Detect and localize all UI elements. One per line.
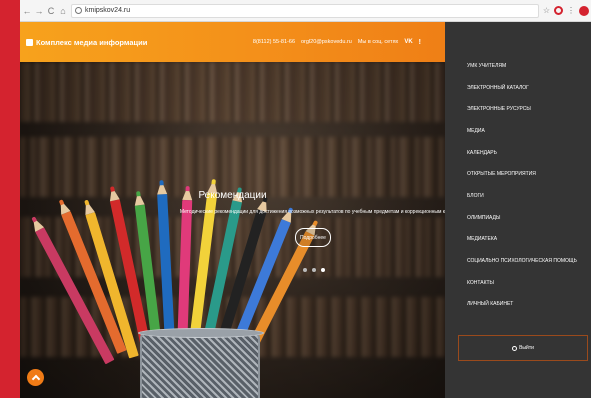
phone-text[interactable]: 8(8112) 55-81-66 — [253, 39, 295, 45]
info-icon[interactable] — [75, 7, 82, 14]
book-icon — [26, 38, 33, 46]
menu-item-calendar[interactable]: КАЛЕНДАРЬ — [467, 142, 577, 164]
forward-icon[interactable]: → — [34, 5, 44, 17]
menu-item-events[interactable]: ОТКРЫТЫЕ МЕРОПРИЯТИЯ — [467, 163, 577, 185]
browser-toolbar: ← → C ⌂ kmipskov24.ru ☆ ⋮ — [20, 0, 591, 22]
header-contacts: 8(8112) 55-81-66 orgl20@pskovedu.ru Мы в… — [253, 39, 421, 46]
left-red-strip — [0, 0, 20, 398]
menu-list: УМК УЧИТЕЛЯМ ЭЛЕКТРОННЫЙ КАТАЛОГ ЭЛЕКТРО… — [467, 55, 577, 315]
chevron-up-icon — [31, 374, 40, 384]
site-logo[interactable]: Комплекс медиа информации — [26, 38, 147, 47]
browser-actions: ☆ ⋮ — [543, 5, 591, 16]
pencils-image — [35, 192, 315, 398]
reload-icon[interactable]: C — [46, 5, 56, 17]
pencil-cup — [138, 328, 264, 398]
web-page: Рекомендации Методические рекомендации д… — [20, 22, 591, 398]
logout-label: Выйти — [519, 345, 534, 351]
slider-dot-active[interactable] — [321, 268, 325, 272]
logout-button[interactable]: Выйти — [458, 335, 588, 361]
menu-item-contacts[interactable]: КОНТАКТЫ — [467, 272, 577, 294]
opera-icon[interactable] — [554, 6, 563, 15]
menu-item-catalog[interactable]: ЭЛЕКТРОННЫЙ КАТАЛОГ — [467, 77, 577, 99]
social-text: Мы в соц. сетях — [357, 39, 399, 45]
scroll-up-button[interactable] — [27, 369, 44, 386]
slider-dot[interactable] — [303, 268, 307, 272]
menu-item-psych-help[interactable]: СОЦИАЛЬНО ПСИХОЛОГИЧЕСКАЯ ПОМОЩЬ — [467, 250, 577, 272]
home-icon[interactable]: ⌂ — [58, 5, 68, 17]
pencil — [157, 193, 175, 345]
odnoklassniki-icon[interactable]: ! — [419, 39, 421, 46]
menu-dots-icon[interactable]: ⋮ — [567, 6, 575, 15]
logout-icon — [512, 345, 518, 351]
slide-title: Рекомендации — [198, 190, 267, 201]
email-text[interactable]: orgl20@pskovedu.ru — [301, 39, 352, 45]
menu-item-mediateka[interactable]: МЕДИАТЕКА — [467, 229, 577, 251]
menu-item-resources[interactable]: ЭЛЕКТРОННЫЕ РУСУРСЫ — [467, 98, 577, 120]
menu-item-media[interactable]: МЕДИА — [467, 120, 577, 142]
vk-icon[interactable]: VK — [404, 39, 412, 45]
extension-icon[interactable] — [579, 5, 589, 16]
menu-item-account[interactable]: ЛИЧНЫЙ КАБИНЕТ — [467, 294, 577, 316]
slider-dot[interactable] — [312, 268, 316, 272]
slider-dots — [303, 268, 325, 272]
address-text: kmipskov24.ru — [85, 7, 131, 14]
menu-item-umk[interactable]: УМК УЧИТЕЛЯМ — [467, 55, 577, 77]
menu-item-olympiads[interactable]: ОЛИМПИАДЫ — [467, 207, 577, 229]
hero-slider: Рекомендации Методические рекомендации д… — [20, 22, 445, 398]
star-icon[interactable]: ☆ — [543, 6, 550, 15]
logo-text: Комплекс медиа информации — [36, 37, 148, 47]
address-bar[interactable]: kmipskov24.ru — [71, 3, 539, 18]
site-header: Комплекс медиа информации 8(8112) 55-81-… — [20, 22, 445, 62]
side-menu: УМК УЧИТЕЛЯМ ЭЛЕКТРОННЫЙ КАТАЛОГ ЭЛЕКТРО… — [445, 22, 591, 398]
menu-item-blogs[interactable]: БЛОГИ — [467, 185, 577, 207]
slide-description: Методические рекомендации для достижения… — [179, 209, 445, 215]
browser-window: ← → C ⌂ kmipskov24.ru ☆ ⋮ Рекомендации М… — [20, 0, 591, 398]
more-button[interactable]: Подробнее — [295, 228, 331, 247]
back-icon[interactable]: ← — [22, 5, 32, 17]
